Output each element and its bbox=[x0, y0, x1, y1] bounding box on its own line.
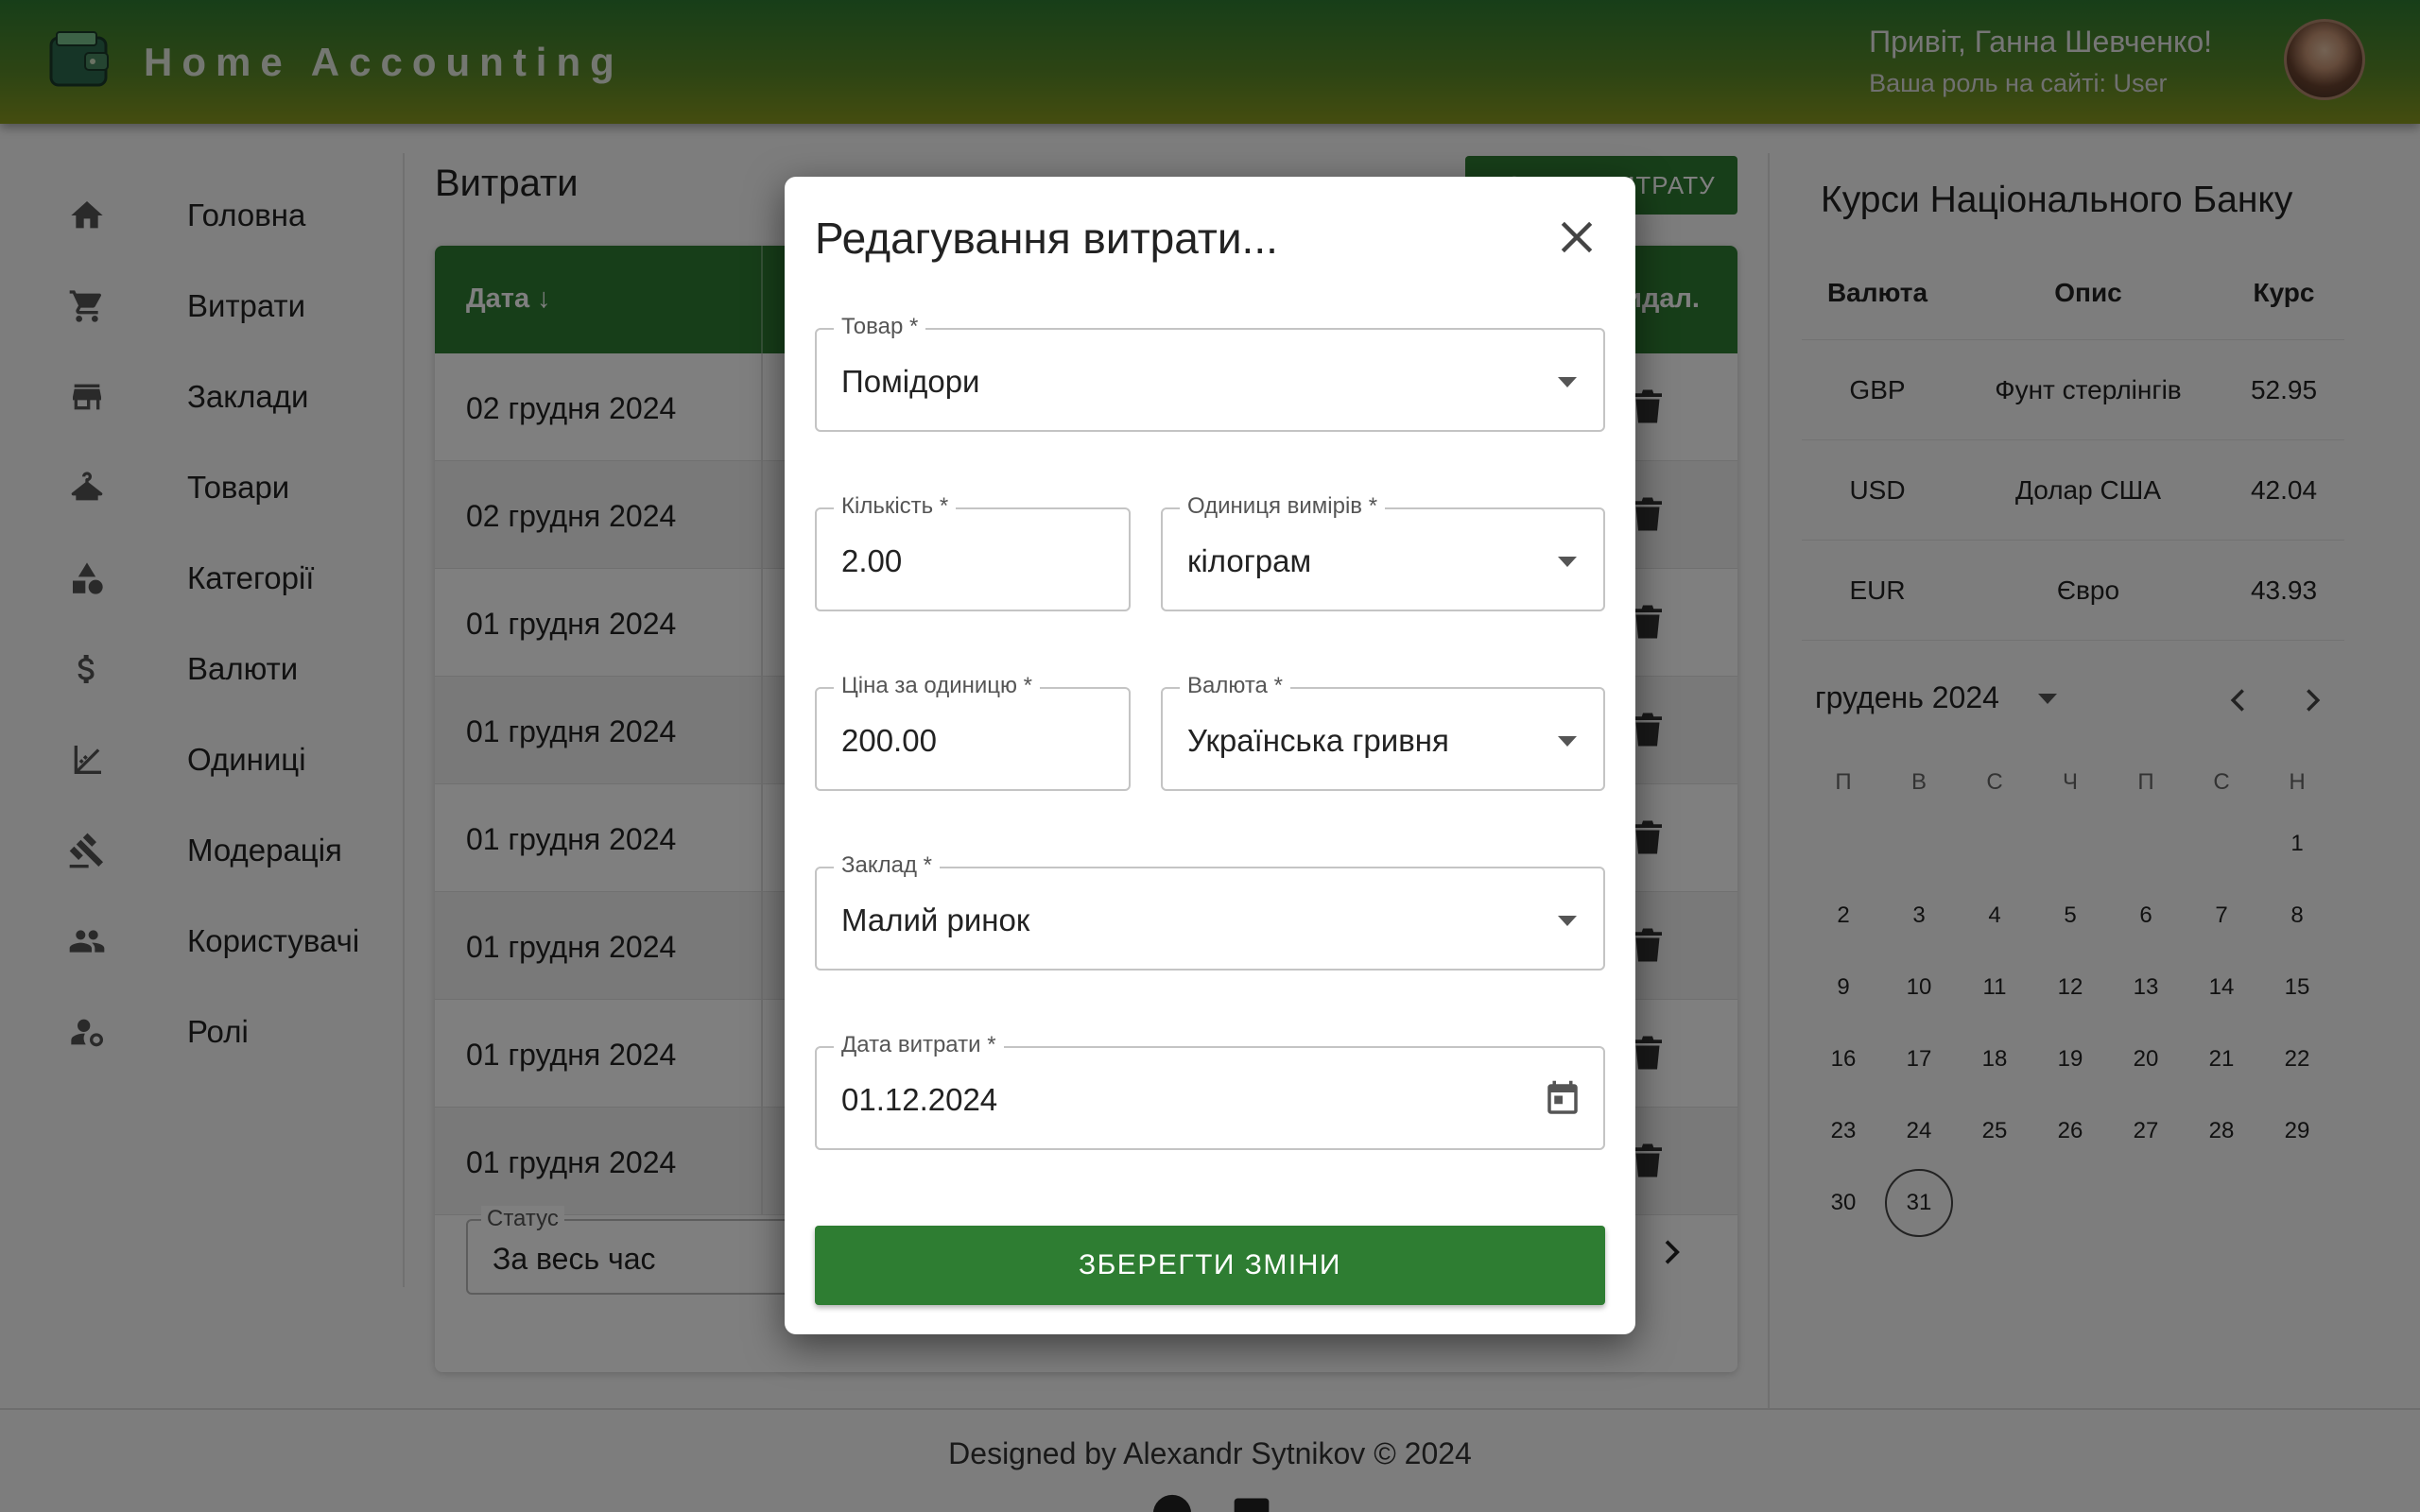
currency-select[interactable]: Валюта * Українська гривня bbox=[1161, 673, 1605, 791]
unit-price-field[interactable]: Ціна за одиницю * 200.00 bbox=[815, 673, 1131, 791]
chevron-down-icon bbox=[1558, 377, 1577, 387]
close-icon[interactable] bbox=[1556, 216, 1598, 258]
field-value: Українська гривня bbox=[1187, 723, 1449, 758]
field-label: Валюта * bbox=[1180, 673, 1290, 699]
field-label: Дата витрати * bbox=[834, 1032, 1004, 1058]
chevron-down-icon bbox=[1558, 557, 1577, 567]
field-label: Кількість * bbox=[834, 493, 957, 520]
field-value: 200.00 bbox=[841, 723, 937, 758]
place-select[interactable]: Заклад * Малий ринок bbox=[815, 852, 1605, 971]
field-value: 2.00 bbox=[841, 543, 903, 578]
field-value: кілограм bbox=[1187, 543, 1312, 578]
field-label: Товар * bbox=[834, 314, 926, 340]
save-changes-button[interactable]: ЗБЕРЕГТИ ЗМІНИ bbox=[815, 1226, 1605, 1305]
calendar-icon[interactable] bbox=[1543, 1078, 1582, 1120]
quantity-field[interactable]: Кількість * 2.00 bbox=[815, 493, 1131, 611]
field-value: Помідори bbox=[841, 364, 980, 399]
dialog-title: Редагування витрати... bbox=[815, 214, 1278, 263]
chevron-down-icon bbox=[1558, 916, 1577, 926]
edit-expense-dialog: Редагування витрати... Товар * Помідори … bbox=[785, 177, 1635, 1334]
chevron-down-icon bbox=[1558, 736, 1577, 747]
expense-date-field[interactable]: Дата витрати * 01.12.2024 bbox=[815, 1032, 1605, 1150]
unit-select[interactable]: Одиниця вимірів * кілограм bbox=[1161, 493, 1605, 611]
field-label: Ціна за одиницю * bbox=[834, 673, 1041, 699]
product-select[interactable]: Товар * Помідори bbox=[815, 314, 1605, 432]
field-label: Заклад * bbox=[834, 852, 940, 879]
field-label: Одиниця вимірів * bbox=[1180, 493, 1386, 520]
field-value: Малий ринок bbox=[841, 902, 1030, 937]
field-value: 01.12.2024 bbox=[841, 1082, 998, 1117]
